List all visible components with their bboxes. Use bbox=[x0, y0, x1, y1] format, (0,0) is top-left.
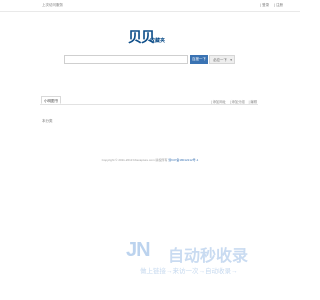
tab-category[interactable]: 小明图书 bbox=[41, 96, 61, 104]
engine-select-button[interactable]: 必应一下 ▾ bbox=[209, 55, 235, 64]
site-logo[interactable]: 贝贝 收藏夹 bbox=[128, 30, 176, 48]
icp-link[interactable]: 浙ICP备18012212号-1 bbox=[168, 158, 198, 162]
edit-link[interactable]: | 编辑 bbox=[249, 100, 257, 104]
watermark-title: 自动秒收录 bbox=[168, 248, 249, 265]
search-input[interactable] bbox=[64, 55, 188, 64]
top-right-links: | 登录 | 注册 bbox=[256, 3, 283, 8]
register-link[interactable]: | 注册 bbox=[274, 3, 283, 7]
panel-actions: | 添加网址 | 添加分组 | 编辑 bbox=[208, 99, 257, 104]
top-bar: 上次访问服务 | 登录 | 注册 bbox=[0, 0, 300, 12]
category-empty-text: 本分类 bbox=[42, 119, 53, 123]
engine-select-label: 必应一下 bbox=[213, 58, 227, 62]
tab-divider bbox=[40, 104, 258, 105]
chevron-down-icon: ▾ bbox=[230, 58, 232, 62]
watermark-tagline: 做上链接→来访一次→自动收录→ bbox=[140, 268, 238, 275]
search-button[interactable]: 百度一下 bbox=[190, 55, 208, 64]
watermark-logo: JN bbox=[126, 239, 151, 261]
footer-copyright: Copyright © 2011-2013 bbscapture.com 版权所… bbox=[101, 158, 168, 162]
logo-subtitle: 收藏夹 bbox=[150, 38, 166, 44]
add-url-link[interactable]: | 添加网址 bbox=[211, 100, 226, 104]
top-left-link[interactable]: 上次访问服务 bbox=[42, 3, 63, 8]
login-link[interactable]: | 登录 bbox=[260, 3, 269, 7]
footer: Copyright © 2011-2013 bbscapture.com 版权所… bbox=[0, 158, 300, 162]
add-group-link[interactable]: | 添加分组 bbox=[230, 100, 245, 104]
watermark: JN 自动秒收录 做上链接→来访一次→自动收录→ bbox=[126, 240, 286, 278]
